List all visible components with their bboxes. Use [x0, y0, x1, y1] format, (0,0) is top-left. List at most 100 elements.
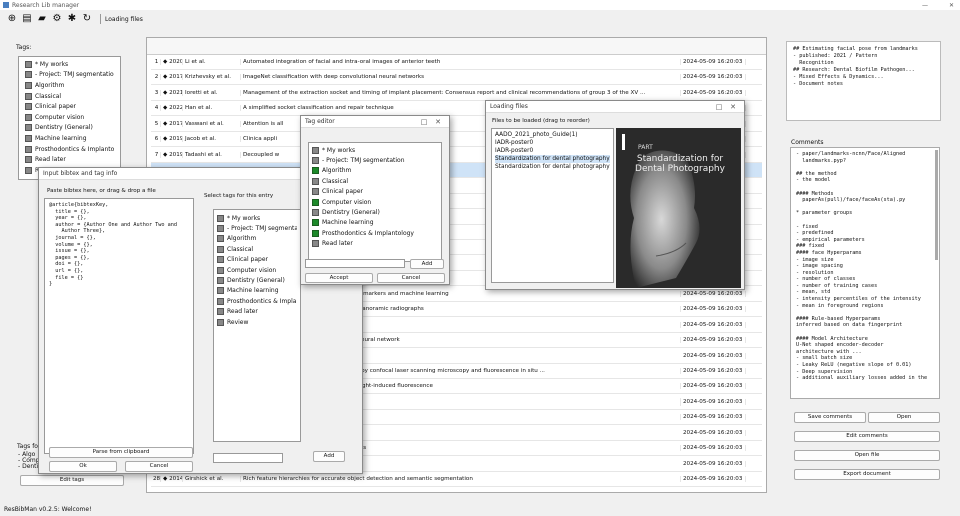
tag-editor-input[interactable]	[305, 259, 405, 268]
bibtex-add-button[interactable]: Add	[313, 451, 345, 462]
file-item[interactable]: IADR-poster0	[495, 139, 610, 147]
open-button[interactable]: Open	[868, 412, 940, 423]
table-row[interactable]: 2 ◆ 2017 Krizhevsky et al. ImageNet classif…	[151, 70, 762, 86]
checkbox-icon[interactable]	[312, 198, 319, 206]
add-icon[interactable]: ⊕	[6, 13, 18, 25]
tag-editor-list[interactable]: * My works - Project: TMJ segmentation Alg…	[308, 142, 442, 262]
checkbox-icon[interactable]	[25, 113, 32, 121]
checkbox-icon[interactable]	[217, 297, 224, 305]
close-icon[interactable]: ✕	[431, 118, 445, 126]
bibtex-tag-input[interactable]	[213, 453, 283, 463]
checkbox-icon[interactable]	[25, 71, 32, 79]
settings-alt-icon[interactable]: ✱	[66, 13, 78, 25]
checkbox-icon[interactable]	[312, 209, 319, 217]
tag-item[interactable]: * My works	[312, 145, 438, 155]
maximize-icon[interactable]: □	[417, 118, 431, 126]
accept-button[interactable]: Accept	[305, 273, 373, 283]
tag-item[interactable]: Clinical paper	[25, 101, 114, 112]
file-item[interactable]: Standardization for dental photography!	[495, 155, 610, 163]
tag-item[interactable]: Clinical paper	[217, 255, 297, 265]
tag-item[interactable]: * My works	[25, 59, 114, 70]
tag-item[interactable]: Classical	[25, 91, 114, 102]
edit-comments-button[interactable]: Edit comments	[794, 431, 940, 442]
tag-item[interactable]: Classical	[312, 176, 438, 186]
comments-area[interactable]: - paper/landmarks-ncnn/Face/Aligned land…	[790, 147, 940, 399]
bibtex-cancel-button[interactable]: Cancel	[125, 461, 193, 472]
file-item[interactable]: Standardization for dental photography2	[495, 163, 610, 171]
minimize-icon[interactable]: —	[922, 2, 928, 9]
checkbox-icon[interactable]	[312, 188, 319, 196]
comments-scrollbar[interactable]	[935, 150, 938, 260]
checkbox-icon[interactable]	[25, 134, 32, 142]
tag-item[interactable]: Read later	[312, 239, 438, 249]
checkbox-icon[interactable]	[217, 308, 224, 316]
tag-item[interactable]: Dentistry (General)	[312, 207, 438, 217]
checkbox-icon[interactable]	[25, 103, 32, 111]
tag-item[interactable]: Machine learning	[217, 286, 297, 296]
tag-item[interactable]: - Project: TMJ segmentation	[312, 155, 438, 165]
clipboard-icon[interactable]: ▤	[21, 13, 33, 25]
checkbox-icon[interactable]	[312, 146, 319, 154]
tag-item[interactable]: Machine learning	[312, 218, 438, 228]
close-icon[interactable]: ✕	[949, 2, 954, 9]
checkbox-icon[interactable]	[217, 225, 224, 233]
tag-item[interactable]: Clinical paper	[312, 187, 438, 197]
close-icon[interactable]: ✕	[726, 103, 740, 111]
gear-icon[interactable]: ⚙	[51, 13, 63, 25]
folder-icon[interactable]: ▰	[36, 13, 48, 25]
tag-item[interactable]: Review	[217, 317, 297, 327]
bibtex-ok-button[interactable]: Ok	[49, 461, 117, 472]
bibtex-input[interactable]: @article{bibtexKey, title = {}, year = {…	[44, 198, 194, 454]
tag-item[interactable]: - Project: TMJ segmentation	[25, 70, 114, 81]
tag-item[interactable]: Algorithm	[217, 234, 297, 244]
tag-item[interactable]: Prosthodontics & Implantolo	[25, 144, 114, 155]
checkbox-icon[interactable]	[312, 219, 319, 227]
table-row[interactable]: 1 ◆ 2020 Li et al. Automated integration of…	[151, 55, 762, 70]
file-item[interactable]: IADR-poster0	[495, 147, 610, 155]
checkbox-icon[interactable]	[312, 167, 319, 175]
file-item[interactable]: AADO_2021_photo_Guide(1)	[495, 131, 610, 139]
checkbox-icon[interactable]	[312, 240, 319, 248]
checkbox-icon[interactable]	[25, 60, 32, 68]
checkbox-icon[interactable]	[25, 92, 32, 100]
tag-item[interactable]: Dentistry (General)	[217, 275, 297, 285]
tag-item[interactable]: Read later	[25, 154, 114, 165]
checkbox-icon[interactable]	[217, 287, 224, 295]
checkbox-icon[interactable]	[217, 266, 224, 274]
bibtex-tag-list[interactable]: * My works - Project: TMJ segmentation Alg…	[213, 209, 301, 442]
tag-item[interactable]: Machine learning	[25, 133, 114, 144]
checkbox-icon[interactable]	[217, 214, 224, 222]
file-list[interactable]: AADO_2021_photo_Guide(1) IADR-poster0 IADR…	[491, 128, 614, 283]
checkbox-icon[interactable]	[217, 256, 224, 264]
checkbox-icon[interactable]	[217, 318, 224, 326]
tag-item[interactable]: Computer vision	[217, 265, 297, 275]
open-file-button[interactable]: Open file	[794, 450, 940, 461]
tag-item[interactable]: - Project: TMJ segmentation	[217, 223, 297, 233]
tag-editor-add-button[interactable]: Add	[410, 259, 444, 269]
save-comments-button[interactable]: Save comments	[794, 412, 866, 423]
tag-item[interactable]: Prosthodontics & Implantology	[312, 228, 438, 238]
tag-item[interactable]: Algorithm	[312, 166, 438, 176]
tag-editor-cancel-button[interactable]: Cancel	[377, 273, 445, 283]
table-row[interactable]: 3 ◆ 2021 Ioretti et al. Management of the e…	[151, 86, 762, 101]
checkbox-icon[interactable]	[25, 145, 32, 153]
maximize-icon[interactable]: □	[712, 103, 726, 111]
checkbox-icon[interactable]	[312, 157, 319, 165]
checkbox-icon[interactable]	[25, 156, 32, 164]
tag-item[interactable]: Prosthodontics & Implantology	[217, 296, 297, 306]
tag-item[interactable]: * My works	[217, 213, 297, 223]
edit-tags-button[interactable]: Edit tags	[20, 475, 124, 486]
tag-item[interactable]: Computer vision	[312, 197, 438, 207]
checkbox-icon[interactable]	[25, 124, 32, 132]
checkbox-icon[interactable]	[312, 229, 319, 237]
tag-list[interactable]: * My works - Project: TMJ segmentation Alg…	[18, 56, 121, 180]
refresh-icon[interactable]: ↻	[81, 13, 93, 25]
checkbox-icon[interactable]	[217, 235, 224, 243]
parse-clipboard-button[interactable]: Parse from clipboard	[49, 447, 193, 458]
checkbox-icon[interactable]	[217, 277, 224, 285]
tag-item[interactable]: Read later	[217, 307, 297, 317]
tag-item[interactable]: Classical	[217, 244, 297, 254]
checkbox-icon[interactable]	[25, 166, 32, 174]
checkbox-icon[interactable]	[25, 81, 32, 89]
checkbox-icon[interactable]	[217, 245, 224, 253]
